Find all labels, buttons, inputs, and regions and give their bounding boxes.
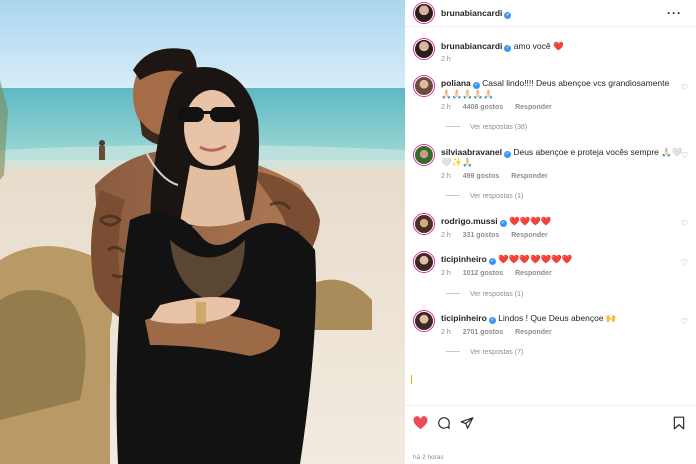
comment-meta: 2 h 4408 gostos Responder [441, 104, 562, 111]
replies-divider [446, 195, 460, 196]
comment-username[interactable]: poliana [441, 78, 471, 88]
view-replies-button[interactable]: Ver respostas (38) [446, 124, 527, 131]
comment-like-heart-icon[interactable]: ♡ [681, 83, 688, 92]
comment-icon[interactable] [437, 416, 451, 432]
comment-text: rodrigo.mussi ✓ ❤️❤️❤️❤️ [441, 216, 551, 227]
comment-like-heart-icon[interactable]: ♡ [681, 317, 688, 326]
verified-badge-icon: ✓ [472, 82, 480, 89]
caption: brunabiancardi ✓ amo você ❤️ [441, 41, 564, 52]
post-header: brunabiancardi ✓ ··· [405, 0, 696, 27]
comment-likes[interactable]: 4408 gostos [463, 104, 503, 111]
comment-likes[interactable]: 1012 gostos [463, 270, 503, 277]
comment-likes[interactable]: 2701 gostos [463, 329, 503, 336]
view-replies-label[interactable]: Ver respostas (1) [470, 291, 523, 298]
comment-time: 2 h [441, 270, 451, 277]
couple-beach-photo [0, 0, 405, 464]
caption-emoji: ❤️ [553, 41, 564, 51]
caption-meta: 2 h [441, 56, 461, 63]
author-username[interactable]: brunabiancardi ✓ [441, 8, 512, 19]
comment-text: poliana ✓ Casal lindo!!!! Deus abençoe vc… [441, 78, 669, 89]
comment-meta: 2 h 499 gostos Responder [441, 173, 558, 180]
comment-time: 2 h [441, 329, 451, 336]
comment-avatar[interactable] [414, 252, 434, 272]
post-photo[interactable] [0, 0, 405, 464]
caption-text: amo você [513, 41, 551, 51]
reply-button[interactable]: Responder [511, 173, 548, 180]
view-replies-label[interactable]: Ver respostas (7) [470, 349, 523, 356]
comment-meta: 2 h 331 gostos Responder [441, 232, 558, 239]
reply-button[interactable]: Responder [511, 232, 548, 239]
bookmark-icon[interactable] [673, 416, 685, 432]
comment-text: silviaabravanel ✓ Deus abençoe e proteja … [441, 147, 682, 158]
instagram-post-view: brunabiancardi ✓ ··· brunabiancardi ✓ amo … [0, 0, 696, 464]
reply-button[interactable]: Responder [515, 270, 552, 277]
comment-body: Casal lindo!!!! Deus abençoe vcs grandio… [482, 78, 670, 88]
comment-username[interactable]: rodrigo.mussi [441, 216, 498, 226]
side-panel: brunabiancardi ✓ ··· brunabiancardi ✓ amo … [405, 0, 696, 464]
comment-like-heart-icon[interactable]: ♡ [681, 151, 688, 160]
view-replies-button[interactable]: Ver respostas (1) [446, 193, 523, 200]
comment-text: ticipinheiro ✓ Lindos ! Que Deus abençoe … [441, 313, 617, 324]
reply-button[interactable]: Responder [515, 104, 552, 111]
reply-button[interactable]: Responder [515, 329, 552, 336]
action-bar: há 2 horas [405, 405, 696, 464]
verified-badge-icon: ✓ [499, 220, 507, 227]
comment-body-line2: 🤍✨🙏🏻 [441, 157, 473, 167]
replies-divider [446, 293, 460, 294]
caption-avatar[interactable] [414, 39, 434, 59]
comment-text: ticipinheiro ✓ ❤️❤️❤️❤️❤️❤️❤️ [441, 254, 572, 265]
view-replies-button[interactable]: Ver respostas (7) [446, 349, 523, 356]
comment-body: Lindos ! Que Deus abençoe 🙌 [498, 313, 617, 323]
comment-meta: 2 h 1012 gostos Responder [441, 270, 562, 277]
comment-like-heart-icon[interactable]: ♡ [681, 258, 688, 267]
comment-time: 2 h [441, 104, 451, 111]
comment-avatar[interactable] [414, 214, 434, 234]
replies-divider [446, 351, 460, 352]
verified-badge-icon: ✓ [488, 258, 496, 265]
comment-username[interactable]: ticipinheiro [441, 254, 487, 264]
verified-badge-icon: ✓ [504, 45, 512, 52]
comment-likes[interactable]: 331 gostos [463, 232, 500, 239]
view-replies-button[interactable]: Ver respostas (1) [446, 291, 523, 298]
replies-divider [446, 126, 460, 127]
comment-meta: 2 h 2701 gostos Responder [441, 329, 562, 336]
text-caret [411, 375, 412, 384]
comment-username[interactable]: ticipinheiro [441, 313, 487, 323]
comment-time: 2 h [441, 232, 451, 239]
comment-avatar[interactable] [414, 145, 434, 165]
comment-likes[interactable]: 499 gostos [463, 173, 500, 180]
comment-body: ❤️❤️❤️❤️❤️❤️❤️ [498, 254, 573, 264]
caption-time: 2 h [441, 56, 451, 63]
verified-badge-icon: ✓ [503, 151, 511, 158]
author-username-text[interactable]: brunabiancardi [441, 8, 502, 18]
comment-avatar[interactable] [414, 311, 434, 331]
view-replies-label[interactable]: Ver respostas (1) [470, 193, 523, 200]
heart-filled-icon[interactable] [413, 416, 428, 432]
share-icon[interactable] [460, 416, 474, 432]
author-avatar[interactable] [414, 3, 434, 23]
comment-time: 2 h [441, 173, 451, 180]
more-dots-icon[interactable]: ··· [667, 6, 682, 20]
comment-body-line2: 🙏🏻🙏🏻🙏🏻🙏🏻🙏🏻 [441, 89, 494, 99]
comment-body: Deus abençoe e proteja vocês sempre 🙏🏻🤍 [513, 147, 683, 157]
caption-username[interactable]: brunabiancardi [441, 41, 502, 51]
comment-avatar[interactable] [414, 76, 434, 96]
comment-username[interactable]: silviaabravanel [441, 147, 502, 157]
post-time-ago: há 2 horas [413, 454, 444, 461]
comment-body: ❤️❤️❤️❤️ [509, 216, 552, 226]
comment-like-heart-icon[interactable]: ♡ [681, 219, 688, 228]
verified-badge-icon: ✓ [504, 12, 512, 19]
verified-badge-icon: ✓ [488, 317, 496, 324]
view-replies-label[interactable]: Ver respostas (38) [470, 124, 527, 131]
